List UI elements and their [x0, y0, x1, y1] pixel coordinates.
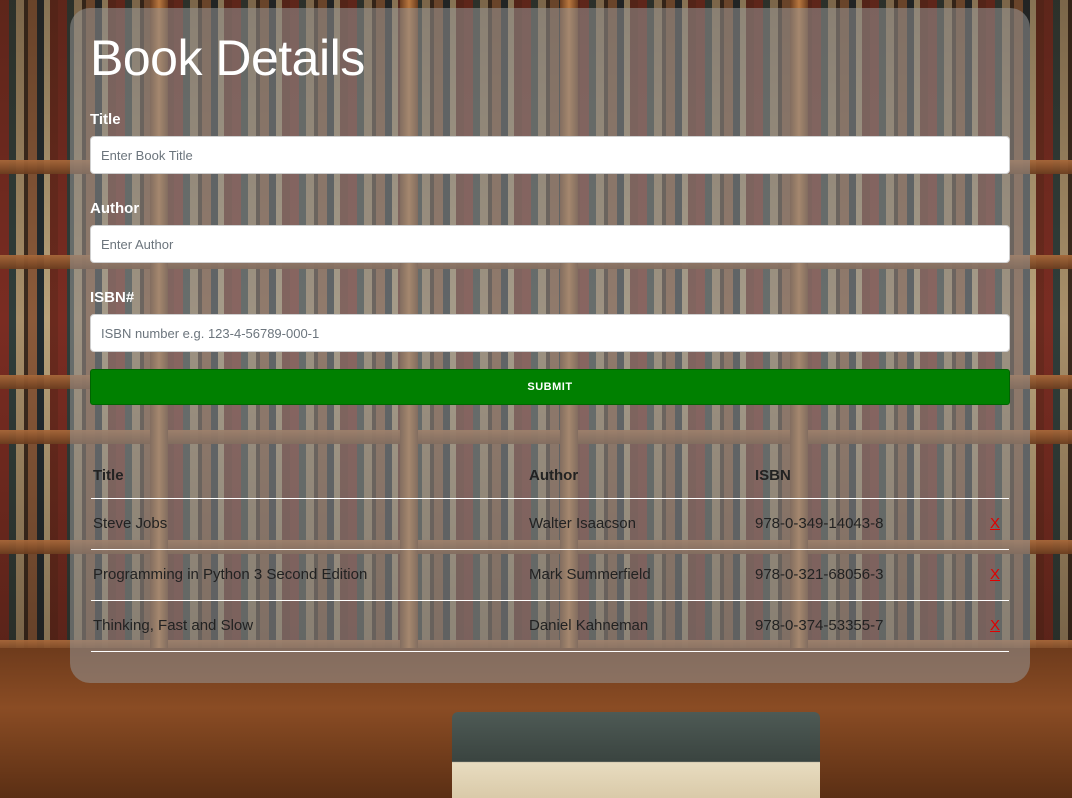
book-author-cell: Walter Isaacson: [527, 498, 753, 550]
book-isbn-cell: 978-0-374-53355-7: [753, 600, 981, 652]
book-isbn-cell: 978-0-349-14043-8: [753, 498, 981, 550]
table-row: Thinking, Fast and Slow Daniel Kahneman …: [91, 600, 1009, 652]
submit-button[interactable]: SUBMIT: [90, 369, 1010, 405]
delete-cell: X: [981, 549, 1009, 601]
column-header-author: Author: [527, 453, 753, 499]
delete-book-link[interactable]: X: [990, 566, 1000, 583]
book-title-cell: Steve Jobs: [91, 498, 527, 550]
book-title-cell: Programming in Python 3 Second Edition: [91, 549, 527, 601]
book-author-cell: Mark Summerfield: [527, 549, 753, 601]
book-on-table: [452, 712, 820, 798]
isbn-label: ISBN#: [90, 289, 135, 306]
delete-book-link[interactable]: X: [990, 617, 1000, 634]
delete-book-link[interactable]: X: [990, 515, 1000, 532]
book-author-cell: Daniel Kahneman: [527, 600, 753, 652]
title-label: Title: [90, 111, 121, 128]
column-header-isbn: ISBN: [753, 453, 981, 499]
book-list-table: Title Author ISBN Steve Jobs Walter Isaa…: [91, 453, 1009, 652]
author-input[interactable]: [90, 225, 1010, 263]
table-row: Steve Jobs Walter Isaacson 978-0-349-140…: [91, 498, 1009, 550]
delete-cell: X: [981, 600, 1009, 652]
column-header-title: Title: [91, 453, 527, 499]
page-title: Book Details: [90, 30, 365, 86]
table-row: Programming in Python 3 Second Edition M…: [91, 549, 1009, 601]
book-title-cell: Thinking, Fast and Slow: [91, 600, 527, 652]
author-label: Author: [90, 200, 140, 217]
isbn-input[interactable]: [90, 314, 1010, 352]
delete-cell: X: [981, 498, 1009, 550]
table-header-row: Title Author ISBN: [91, 453, 1009, 499]
title-input[interactable]: [90, 136, 1010, 174]
book-isbn-cell: 978-0-321-68056-3: [753, 549, 981, 601]
book-form-panel: Book Details Title Author ISBN# SUBMIT T…: [70, 8, 1030, 683]
column-header-delete: [981, 453, 1009, 499]
